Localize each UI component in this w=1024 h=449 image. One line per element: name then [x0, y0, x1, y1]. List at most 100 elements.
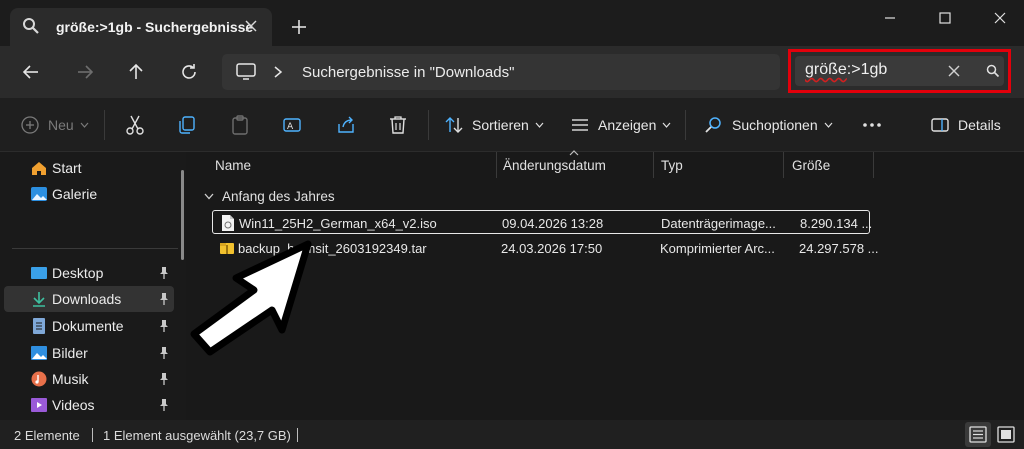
disc-image-file-icon	[222, 215, 234, 231]
sidebar-divider	[12, 248, 178, 249]
refresh-icon[interactable]	[178, 61, 200, 83]
selection-info: 1 Element ausgewählt (23,7 GB)	[103, 428, 291, 443]
column-resize-handle[interactable]	[873, 152, 874, 178]
forward-arrow-icon[interactable]	[74, 61, 96, 83]
view-button[interactable]: Anzeigen	[570, 113, 671, 137]
up-arrow-icon[interactable]	[125, 61, 147, 83]
pin-icon[interactable]	[158, 292, 170, 306]
chevron-down-icon	[824, 122, 833, 128]
tiles-view-button[interactable]	[993, 422, 1019, 447]
file-type: Datenträgerimage...	[661, 216, 776, 231]
maximize-button[interactable]	[925, 6, 965, 30]
plus-circle-icon	[21, 116, 39, 134]
paste-icon[interactable]	[229, 113, 251, 137]
view-label: Anzeigen	[598, 117, 657, 133]
sidebar-item-documents[interactable]: Dokumente	[4, 313, 174, 339]
sort-label: Sortieren	[472, 117, 529, 133]
search-input[interactable]: größe:>1gb	[795, 56, 1004, 86]
pin-icon[interactable]	[158, 319, 170, 333]
search-icon[interactable]	[985, 63, 1001, 79]
group-header[interactable]: Anfang des Jahres	[204, 189, 335, 204]
file-date: 09.04.2026 13:28	[502, 216, 604, 231]
this-pc-icon	[236, 63, 256, 80]
maximize-icon	[939, 12, 951, 24]
chevron-down-icon	[535, 122, 544, 128]
pin-icon[interactable]	[158, 346, 170, 360]
title-bar: größe:>1gb - Suchergebnisse	[0, 0, 1024, 48]
search-options-label: Suchoptionen	[732, 117, 818, 133]
share-icon[interactable]	[335, 113, 357, 137]
back-arrow-icon[interactable]	[20, 61, 42, 83]
sort-button[interactable]: Sortieren	[444, 113, 544, 137]
gallery-icon	[31, 187, 47, 201]
sidebar-item-downloads[interactable]: Downloads	[4, 286, 174, 312]
details-pane-button[interactable]: Details	[930, 113, 1001, 137]
rename-icon[interactable]: A	[281, 113, 303, 137]
chevron-down-icon	[80, 122, 89, 128]
details-view-button[interactable]	[965, 422, 991, 447]
toolbar-divider	[104, 110, 105, 140]
table-row[interactable]: Win11_25H2_German_x64_v2.iso 09.04.2026 …	[212, 210, 872, 234]
item-count: 2 Elemente	[14, 428, 80, 443]
pictures-icon	[31, 346, 47, 360]
column-header-name[interactable]: Name	[186, 152, 496, 180]
search-options-icon	[705, 117, 721, 133]
view-list-icon	[572, 119, 588, 131]
status-divider	[92, 428, 93, 442]
sidebar-item-start[interactable]: Start	[4, 155, 174, 181]
group-label: Anfang des Jahres	[222, 189, 335, 204]
toolbar-divider	[428, 110, 429, 140]
new-label: Neu	[48, 117, 74, 133]
search-options-button[interactable]: Suchoptionen	[704, 113, 833, 137]
file-type: Komprimierter Arc...	[660, 241, 775, 256]
pin-icon[interactable]	[158, 398, 170, 412]
command-bar: Neu A Sortieren Anzeigen Suchoptionen De…	[0, 98, 1024, 152]
delete-icon[interactable]	[387, 113, 409, 137]
search-box-highlight: größe:>1gb	[788, 49, 1011, 93]
column-header-date[interactable]: Änderungsdatum	[496, 152, 653, 180]
chevron-down-icon	[662, 122, 671, 128]
column-header-size[interactable]: Größe	[783, 152, 873, 180]
more-options-icon[interactable]	[862, 113, 882, 137]
column-header-type[interactable]: Typ	[653, 152, 783, 180]
downloads-icon	[33, 292, 45, 307]
chevron-right-icon[interactable]	[272, 65, 284, 79]
videos-icon	[31, 398, 47, 412]
pin-icon[interactable]	[158, 266, 170, 280]
cut-icon[interactable]	[124, 113, 146, 137]
details-label: Details	[958, 117, 1001, 133]
details-view-icon	[969, 426, 987, 443]
details-pane-icon	[931, 118, 949, 132]
pin-icon[interactable]	[158, 372, 170, 386]
close-window-button[interactable]	[980, 6, 1020, 30]
close-tab-icon[interactable]	[243, 18, 259, 34]
tab-search-results[interactable]: größe:>1gb - Suchergebnisse	[10, 8, 272, 48]
new-button[interactable]: Neu	[20, 113, 89, 137]
home-icon	[32, 162, 46, 175]
status-bar: 2 Elemente 1 Element ausgewählt (23,7 GB…	[0, 420, 1024, 449]
copy-icon[interactable]	[176, 113, 198, 137]
chevron-down-icon	[204, 193, 214, 200]
new-tab-icon[interactable]	[290, 18, 308, 36]
sidebar-item-desktop[interactable]: Desktop	[4, 260, 174, 286]
minimize-icon	[885, 17, 895, 19]
desktop-icon	[31, 267, 47, 279]
sort-icon	[445, 117, 463, 133]
sidebar-item-music[interactable]: Musik	[4, 366, 174, 392]
tab-title: größe:>1gb - Suchergebnisse	[56, 19, 254, 35]
sidebar-item-videos[interactable]: Videos	[4, 392, 174, 418]
toolbar-divider	[685, 110, 686, 140]
navigation-bar: Suchergebnisse in "Downloads" größe:>1gb	[0, 46, 1024, 98]
sidebar-scrollbar[interactable]	[181, 170, 184, 260]
tiles-view-icon	[997, 426, 1015, 443]
breadcrumb[interactable]: Suchergebnisse in "Downloads"	[302, 64, 514, 81]
clear-search-icon[interactable]	[947, 64, 961, 78]
sort-indicator-icon	[569, 150, 579, 156]
documents-icon	[33, 318, 45, 334]
minimize-button[interactable]	[870, 6, 910, 30]
sidebar-item-pictures[interactable]: Bilder	[4, 340, 174, 366]
file-size: 24.297.578 ...	[799, 241, 879, 256]
address-bar[interactable]: Suchergebnisse in "Downloads"	[222, 54, 780, 90]
close-icon	[994, 12, 1006, 24]
sidebar-item-gallery[interactable]: Galerie	[4, 181, 174, 207]
